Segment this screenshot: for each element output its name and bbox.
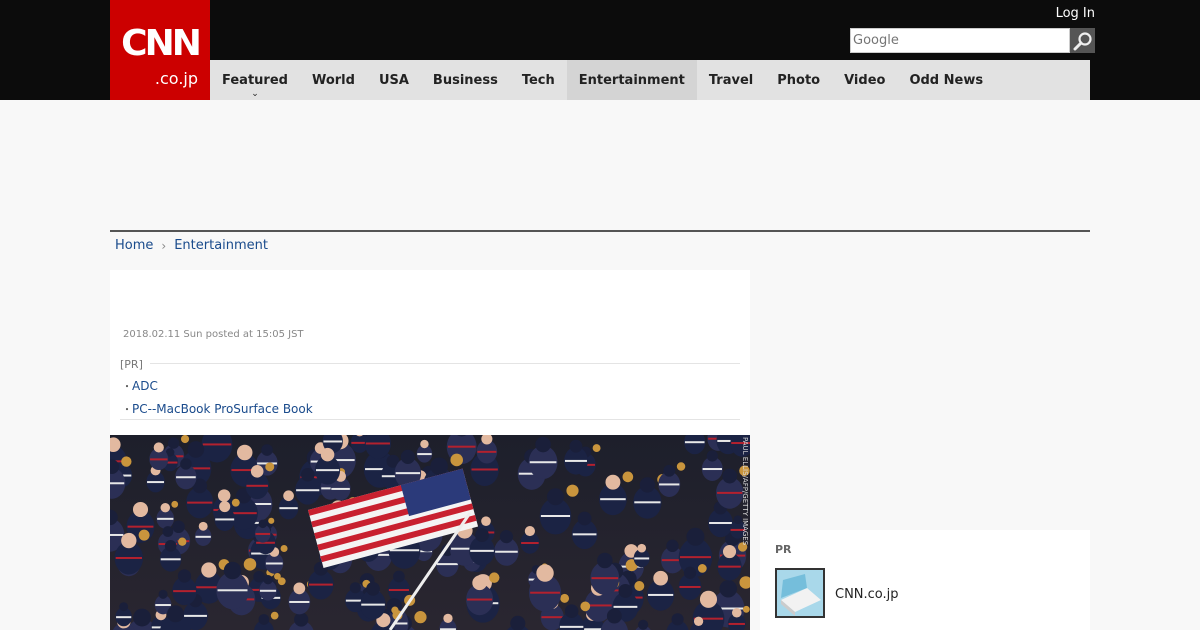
pr-widget-title: PR bbox=[775, 543, 792, 556]
breadcrumb-entertainment[interactable]: Entertainment bbox=[174, 238, 268, 253]
photo-credit: PAUL ELLIS/AFP/GETTY IMAGES bbox=[741, 437, 749, 546]
chevron-right-icon: › bbox=[161, 238, 167, 253]
top-header: CNN .co.jp Log In Featured ⌄ World USA B… bbox=[0, 0, 1200, 100]
nav-item-travel[interactable]: Travel bbox=[697, 60, 765, 100]
logo-domain: .co.jp bbox=[154, 69, 198, 88]
nav-item-label: Odd News bbox=[909, 72, 984, 88]
nav-item-label: Entertainment bbox=[578, 72, 685, 88]
team-usa-photo bbox=[110, 435, 750, 630]
chevron-down-icon: ⌄ bbox=[251, 89, 259, 99]
pr-item-label[interactable]: CNN.co.jp bbox=[835, 587, 899, 602]
pr-links: ・ ADC ・ PC--MacBook ProSurface Book bbox=[122, 374, 313, 420]
nav-item-label: Tech bbox=[521, 72, 555, 88]
nav-item-world[interactable]: World bbox=[300, 60, 367, 100]
pr-link-item: ・ PC--MacBook ProSurface Book bbox=[122, 397, 313, 420]
nav-item-entertainment[interactable]: Entertainment bbox=[566, 60, 697, 100]
breadcrumb-home[interactable]: Home bbox=[115, 238, 153, 253]
laptop-icon bbox=[777, 570, 823, 616]
nav-item-label: Photo bbox=[777, 72, 821, 88]
nav-item-business[interactable]: Business bbox=[421, 60, 510, 100]
nav-item-label: USA bbox=[378, 72, 409, 88]
nav-item-featured[interactable]: Featured ⌄ bbox=[210, 60, 300, 100]
nav-item-photo[interactable]: Photo bbox=[765, 60, 832, 100]
logo-wordmark: CNN bbox=[121, 23, 202, 64]
pr-link[interactable]: ADC bbox=[132, 379, 158, 393]
pr-thumbnail[interactable] bbox=[775, 568, 825, 618]
main-nav: Featured ⌄ World USA Business Tech Enter… bbox=[210, 60, 1090, 100]
pr-divider bbox=[120, 419, 740, 420]
search-icon bbox=[1073, 31, 1092, 50]
nav-item-tech[interactable]: Tech bbox=[510, 60, 567, 100]
cnn-logo[interactable]: CNN .co.jp bbox=[110, 0, 210, 100]
nav-item-usa[interactable]: USA bbox=[367, 60, 421, 100]
sidebar-pr-widget: PR CNN.co.jp bbox=[760, 530, 1090, 630]
login-link[interactable]: Log In bbox=[1056, 6, 1095, 21]
nav-item-label: World bbox=[311, 72, 355, 88]
article-photo[interactable]: PAUL ELLIS/AFP/GETTY IMAGES bbox=[110, 435, 750, 630]
section-divider bbox=[110, 230, 1090, 232]
bullet-icon: ・ bbox=[122, 405, 132, 416]
posted-timestamp: 2018.02.11 Sun posted at 15:05 JST bbox=[123, 329, 304, 340]
nav-item-video[interactable]: Video bbox=[832, 60, 897, 100]
pr-link-item: ・ ADC bbox=[122, 374, 313, 397]
search-button[interactable] bbox=[1070, 28, 1095, 53]
search-input[interactable] bbox=[850, 28, 1070, 53]
pr-link[interactable]: PC--MacBook ProSurface Book bbox=[132, 402, 313, 416]
nav-item-label: Travel bbox=[708, 72, 754, 88]
article-card: 2018.02.11 Sun posted at 15:05 JST [PR] … bbox=[110, 270, 750, 630]
nav-item-label: Business bbox=[432, 72, 498, 88]
bullet-icon: ・ bbox=[122, 382, 132, 393]
pr-divider bbox=[150, 363, 740, 364]
nav-item-label: Video bbox=[844, 72, 886, 88]
nav-item-odd-news[interactable]: Odd News bbox=[897, 60, 995, 100]
pr-label: [PR] bbox=[120, 358, 143, 371]
nav-item-label: Featured bbox=[222, 72, 288, 88]
breadcrumb: Home › Entertainment bbox=[115, 238, 268, 253]
